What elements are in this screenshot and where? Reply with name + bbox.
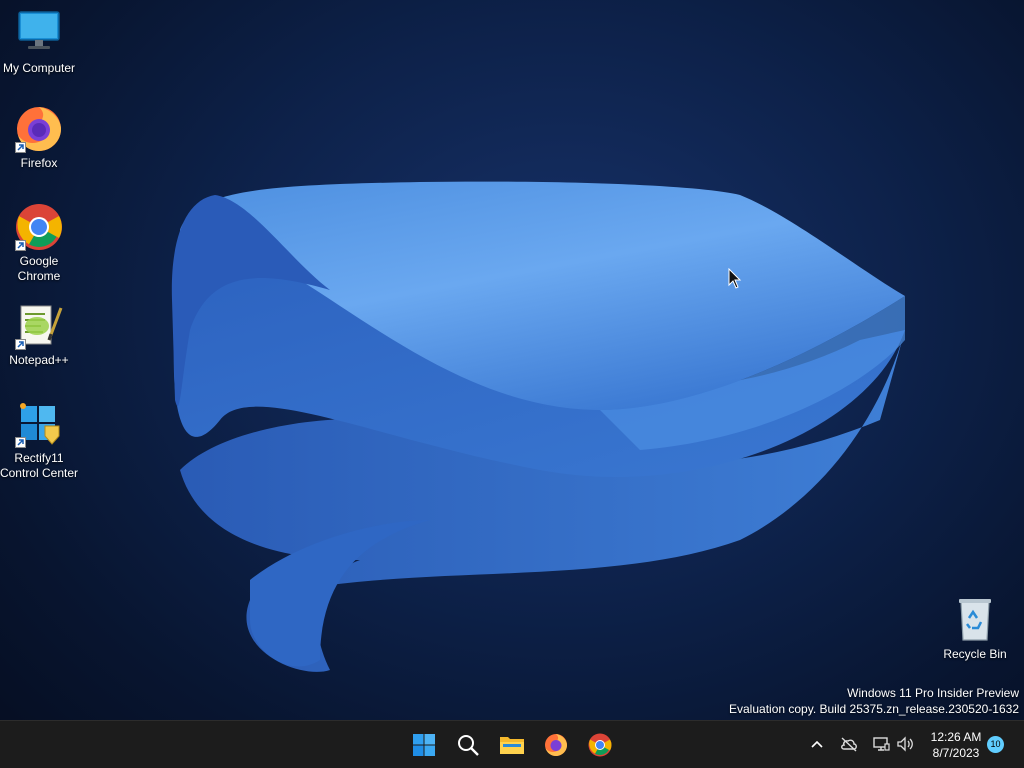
desktop-icon-label: Recycle Bin	[943, 647, 1007, 661]
chevron-up-icon	[811, 740, 823, 748]
recycle-bin-icon	[951, 596, 999, 644]
desktop-icon-label: My Computer	[2, 61, 76, 75]
shortcut-arrow-icon	[15, 339, 26, 350]
clock-button[interactable]: 12:26 AM 8/7/2023	[920, 729, 992, 761]
cloud-offline-icon	[841, 737, 857, 752]
start-button[interactable]	[406, 727, 442, 763]
rectify11-icon	[15, 400, 63, 448]
mouse-cursor-icon	[728, 268, 742, 289]
onedrive-status-button[interactable]	[838, 733, 860, 755]
desktop-icon-my-computer[interactable]: My Computer	[0, 10, 79, 76]
windows-watermark: Windows 11 Pro Insider Preview Evaluatio…	[729, 685, 1019, 717]
chrome-icon	[588, 733, 612, 757]
shortcut-arrow-icon	[15, 142, 26, 153]
shortcut-arrow-icon	[15, 240, 26, 251]
desktop-icon-rectify11-control-center[interactable]: Rectify11 Control Center	[0, 400, 79, 481]
clock-time: 12:26 AM	[930, 730, 982, 744]
chrome-icon	[15, 203, 63, 251]
notepad-plus-plus-icon	[15, 302, 63, 350]
search-icon	[458, 735, 479, 756]
chrome-taskbar-button[interactable]	[582, 727, 618, 763]
firefox-icon	[15, 105, 63, 153]
watermark-edition: Windows 11 Pro Insider Preview	[847, 686, 1019, 700]
windows-start-icon	[413, 734, 435, 756]
desktop-icon-google-chrome[interactable]: Google Chrome	[0, 203, 79, 284]
desktop-icon-recycle-bin[interactable]: Recycle Bin	[935, 596, 1015, 662]
firefox-taskbar-button[interactable]	[538, 727, 574, 763]
taskbar: 12:26 AM 8/7/2023 10	[0, 720, 1024, 768]
desktop-icon-label: Google Chrome	[17, 254, 61, 283]
file-explorer-button[interactable]	[494, 727, 530, 763]
desktop-icon-label: Firefox	[20, 156, 58, 170]
watermark-build: Evaluation copy. Build 25375.zn_release.…	[729, 702, 1019, 716]
monitor-icon	[15, 10, 63, 58]
network-icon	[873, 737, 890, 751]
volume-icon	[897, 736, 913, 752]
show-hidden-icons-button[interactable]	[806, 733, 828, 755]
network-button[interactable]	[870, 733, 892, 755]
desktop-icon-firefox[interactable]: Firefox	[0, 105, 79, 171]
folder-icon	[500, 737, 524, 754]
desktop-icon-label: Notepad++	[9, 353, 69, 367]
desktop-icon-notepad-plus-plus[interactable]: Notepad++	[0, 302, 79, 368]
volume-button[interactable]	[894, 733, 916, 755]
firefox-icon	[545, 734, 567, 756]
search-button[interactable]	[450, 727, 486, 763]
desktop-icon-label: Rectify11 Control Center	[0, 451, 79, 480]
notification-badge[interactable]: 10	[987, 736, 1004, 753]
wallpaper-bloom	[171, 181, 905, 672]
shortcut-arrow-icon	[15, 437, 26, 448]
clock-date: 8/7/2023	[932, 746, 980, 760]
